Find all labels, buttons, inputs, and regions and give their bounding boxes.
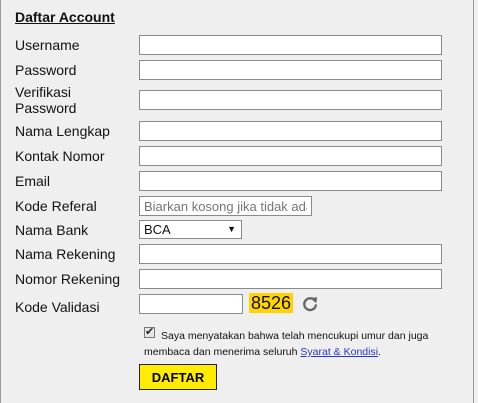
referral-input[interactable]: [139, 196, 312, 216]
agree-suffix: .: [378, 346, 381, 358]
bank-label: Nama Bank: [15, 222, 89, 238]
captcha-code: 8526: [249, 293, 294, 313]
validation-label: Kode Validasi: [15, 299, 100, 315]
form-title: Daftar Account: [15, 9, 115, 25]
verify-password-label-line2: Password: [15, 100, 77, 116]
chevron-down-icon: ▼: [227, 224, 236, 234]
full-name-input[interactable]: [139, 121, 442, 141]
bank-select[interactable]: BCA ▼: [139, 220, 242, 239]
account-number-label: Nomor Rekening: [15, 271, 121, 287]
verify-password-input[interactable]: [139, 90, 442, 110]
email-label: Email: [15, 173, 51, 189]
password-label: Password: [15, 62, 77, 78]
account-name-label: Nama Rekening: [15, 246, 116, 262]
account-name-input[interactable]: [139, 244, 442, 264]
username-input[interactable]: [139, 35, 442, 55]
full-name-label: Nama Lengkap: [15, 123, 110, 139]
email-input[interactable]: [139, 171, 442, 191]
contact-label: Kontak Nomor: [15, 148, 105, 164]
referral-label: Kode Referal: [15, 198, 97, 214]
username-label: Username: [15, 37, 80, 53]
contact-input[interactable]: [139, 146, 442, 166]
register-panel: Daftar Account Username Password Verifik…: [0, 0, 474, 403]
account-number-input[interactable]: [139, 269, 442, 289]
validation-input[interactable]: [139, 294, 243, 314]
register-button[interactable]: DAFTAR: [139, 364, 217, 390]
verify-password-label-line1: Verifikasi: [15, 84, 72, 100]
terms-link[interactable]: Syarat & Kondisi: [300, 346, 378, 358]
refresh-icon[interactable]: [301, 295, 319, 313]
bank-select-value: BCA: [144, 222, 171, 237]
agree-statement: Saya menyatakan bahwa telah mencukupi um…: [144, 330, 429, 358]
agree-text: Saya menyatakan bahwa telah mencukupi um…: [144, 328, 444, 360]
password-input[interactable]: [139, 60, 442, 80]
